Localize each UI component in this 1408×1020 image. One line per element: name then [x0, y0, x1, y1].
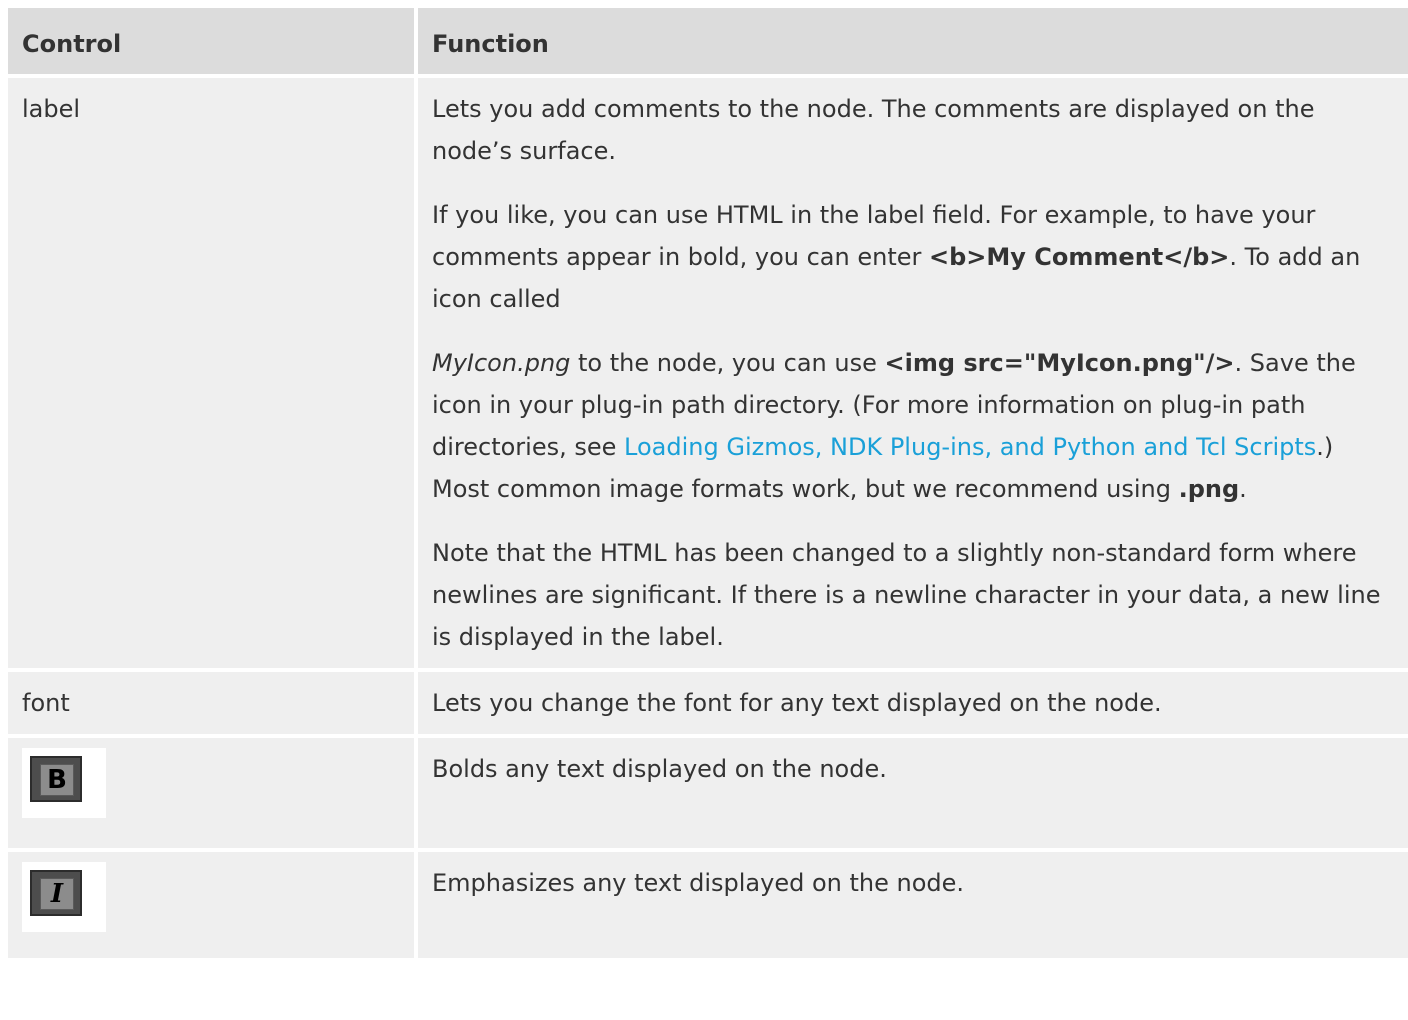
- header-function: Function: [414, 8, 1408, 74]
- bold-glyph: B: [40, 764, 74, 796]
- italic-button-icon: I: [22, 862, 106, 932]
- text: .: [1239, 475, 1247, 503]
- bold-button-icon: B: [22, 748, 106, 818]
- control-bold-cell: B: [8, 738, 414, 848]
- code-bold: <img src="MyIcon.png"/>: [884, 349, 1235, 377]
- function-italic-cell: Emphasizes any text displayed on the nod…: [414, 852, 1408, 958]
- table-row: I Emphasizes any text displayed on the n…: [8, 852, 1408, 958]
- paragraph: MyIcon.png to the node, you can use <img…: [432, 342, 1394, 510]
- paragraph: Note that the HTML has been changed to a…: [432, 539, 1381, 651]
- control-italic-cell: I: [8, 852, 414, 958]
- function-bold-cell: Bolds any text displayed on the node.: [414, 738, 1408, 848]
- table-row: B Bolds any text displayed on the node.: [8, 738, 1408, 852]
- table-row: label Lets you add comments to the node.…: [8, 78, 1408, 672]
- header-control: Control: [8, 8, 414, 74]
- table-row: font Lets you change the font for any te…: [8, 672, 1408, 738]
- control-label-cell: label: [8, 78, 414, 668]
- table-header-row: Control Function: [8, 8, 1408, 78]
- loading-gizmos-link[interactable]: Loading Gizmos, NDK Plug-ins, and Python…: [624, 433, 1316, 461]
- function-font-cell: Lets you change the font for any text di…: [414, 672, 1408, 734]
- code-bold: <b>My Comment</b>: [929, 243, 1230, 271]
- italic-glyph: I: [40, 878, 74, 910]
- filename-italic: MyIcon.png: [432, 349, 571, 377]
- ext-bold: .png: [1178, 475, 1240, 503]
- controls-table: Control Function label Lets you add comm…: [8, 8, 1408, 958]
- control-font-cell: font: [8, 672, 414, 734]
- text: to the node, you can use: [570, 349, 885, 377]
- function-label-cell: Lets you add comments to the node. The c…: [414, 78, 1408, 668]
- paragraph: If you like, you can use HTML in the lab…: [432, 194, 1394, 320]
- paragraph: Lets you add comments to the node. The c…: [432, 95, 1315, 165]
